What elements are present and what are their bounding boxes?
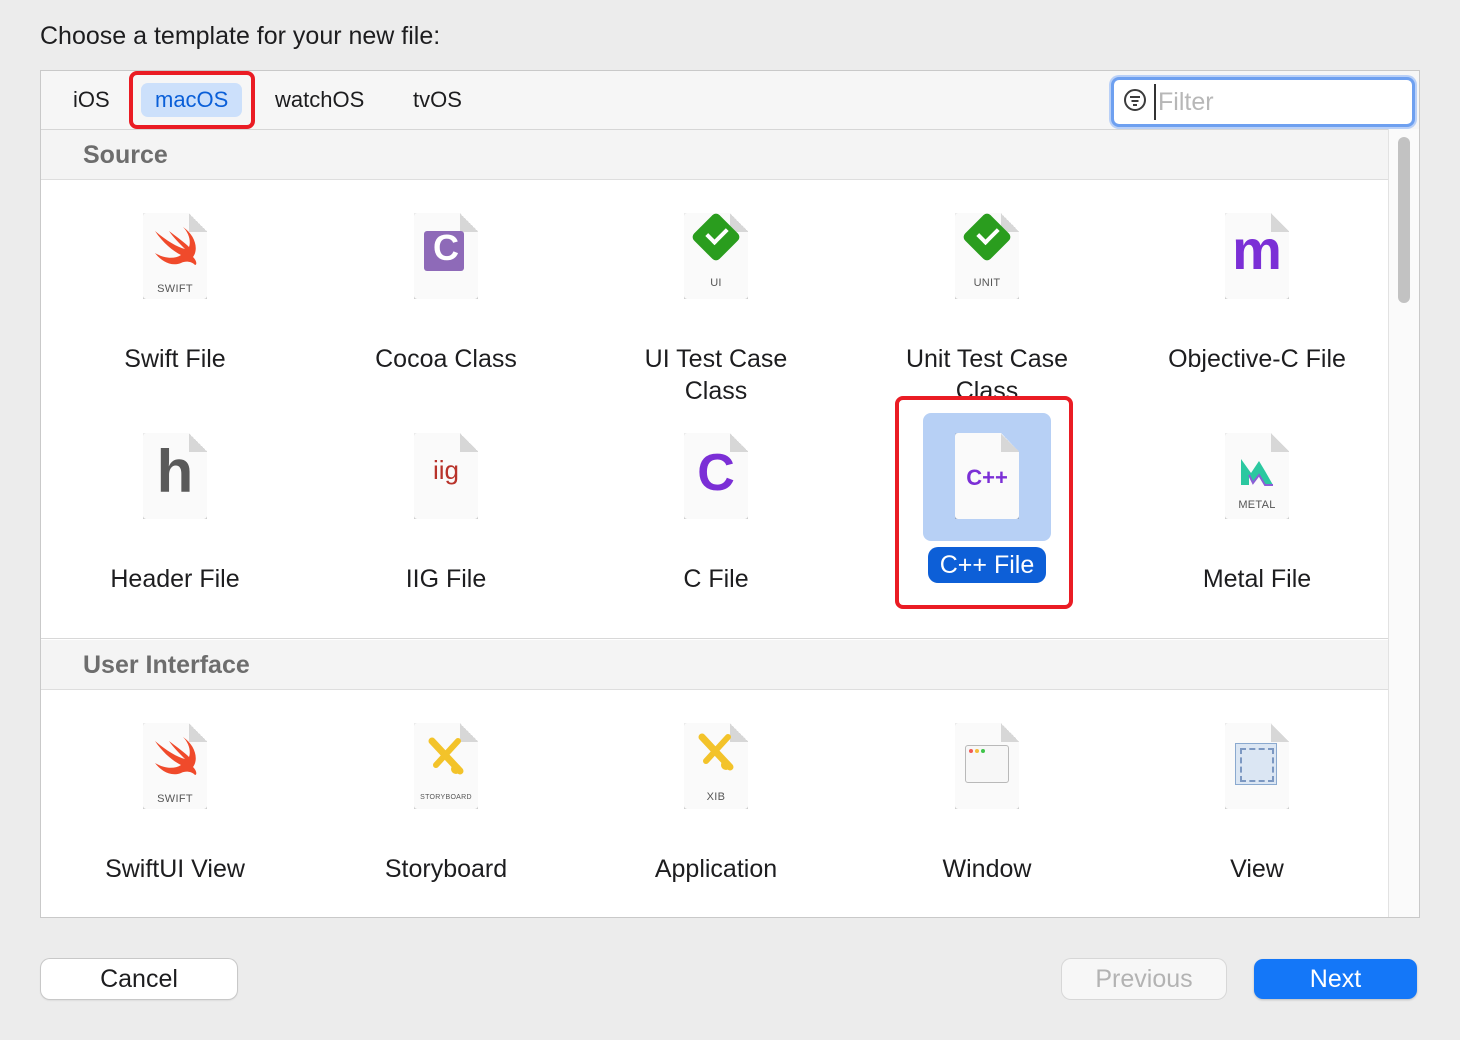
template-cocoa-class[interactable]: C Cocoa Class — [326, 193, 566, 377]
tab-tvos[interactable]: tvOS — [399, 83, 476, 117]
template-label: C File — [683, 565, 749, 593]
template-unit-test-case-class[interactable]: UNIT Unit Test Case Class — [867, 193, 1107, 409]
template-label: SwiftUI View — [105, 855, 245, 883]
next-button[interactable]: Next — [1254, 959, 1417, 999]
platform-tab-bar: iOS macOS watchOS tvOS — [41, 71, 1419, 130]
tab-watchos[interactable]: watchOS — [261, 83, 378, 117]
template-panel: iOS macOS watchOS tvOS Source — [40, 70, 1420, 918]
filter-input[interactable] — [1154, 84, 1400, 120]
tab-macos[interactable]: macOS — [141, 83, 243, 117]
template-label: Application — [654, 855, 778, 883]
iig-file-icon: iig — [382, 413, 510, 541]
template-label: Header File — [110, 565, 240, 593]
template-view[interactable]: View — [1137, 703, 1377, 887]
cocoa-class-icon: C — [382, 193, 510, 321]
header-file-icon: h — [111, 413, 239, 541]
xib-icon: XIB — [652, 703, 780, 831]
template-label: View — [1230, 855, 1284, 883]
template-header-file[interactable]: h Header File — [55, 413, 295, 597]
template-label: Unit Test Case Class — [905, 345, 1069, 405]
template-window[interactable]: Window — [867, 703, 1107, 887]
template-label: IIG File — [405, 565, 487, 593]
template-storyboard[interactable]: STORYBOARD Storyboard — [326, 703, 566, 887]
tab-ios[interactable]: iOS — [59, 83, 124, 117]
objective-c-file-icon: m — [1193, 193, 1321, 321]
template-label: Cocoa Class — [375, 345, 517, 373]
unit-test-icon: UNIT — [923, 193, 1051, 321]
section-header-user-interface: User Interface — [41, 640, 1389, 690]
new-file-dialog: Choose a template for your new file: iOS… — [0, 0, 1460, 1040]
filter-icon — [1124, 89, 1146, 111]
template-swiftui-view[interactable]: SWIFT SwiftUI View — [55, 703, 295, 887]
swift-file-icon: SWIFT — [111, 703, 239, 831]
template-cpp-file[interactable]: C++ C++ File — [867, 413, 1107, 583]
template-metal-file[interactable]: METAL Metal File — [1137, 413, 1377, 597]
dialog-prompt: Choose a template for your new file: — [40, 22, 441, 50]
previous-button[interactable]: Previous — [1062, 959, 1226, 999]
template-c-file[interactable]: C C File — [596, 413, 836, 597]
metal-file-icon: METAL — [1193, 413, 1321, 541]
template-label: Objective-C File — [1168, 345, 1346, 373]
cpp-file-icon: C++ — [923, 413, 1051, 541]
template-objective-c-file[interactable]: m Objective-C File — [1137, 193, 1377, 377]
template-label: Swift File — [124, 345, 226, 373]
vertical-scrollbar[interactable] — [1388, 129, 1419, 917]
template-label: Window — [942, 855, 1032, 883]
cancel-button[interactable]: Cancel — [41, 959, 237, 999]
section-divider — [41, 638, 1389, 639]
ui-test-icon: UI — [652, 193, 780, 321]
template-label: Metal File — [1202, 565, 1312, 593]
template-ui-test-case-class[interactable]: UI UI Test Case Class — [596, 193, 836, 409]
template-label: C++ File — [927, 547, 1047, 583]
view-icon — [1193, 703, 1321, 831]
template-swift-file[interactable]: SWIFT Swift File — [55, 193, 295, 377]
swift-file-icon: SWIFT — [111, 193, 239, 321]
template-label: Storyboard — [384, 855, 508, 883]
template-label: UI Test Case Class — [644, 345, 788, 405]
storyboard-icon: STORYBOARD — [382, 703, 510, 831]
c-file-icon: C — [652, 413, 780, 541]
window-icon — [923, 703, 1051, 831]
filter-field[interactable] — [1111, 77, 1415, 127]
template-iig-file[interactable]: iig IIG File — [326, 413, 566, 597]
section-header-source: Source — [41, 130, 1389, 180]
scrollbar-thumb[interactable] — [1398, 137, 1410, 303]
template-application[interactable]: XIB Application — [596, 703, 836, 887]
